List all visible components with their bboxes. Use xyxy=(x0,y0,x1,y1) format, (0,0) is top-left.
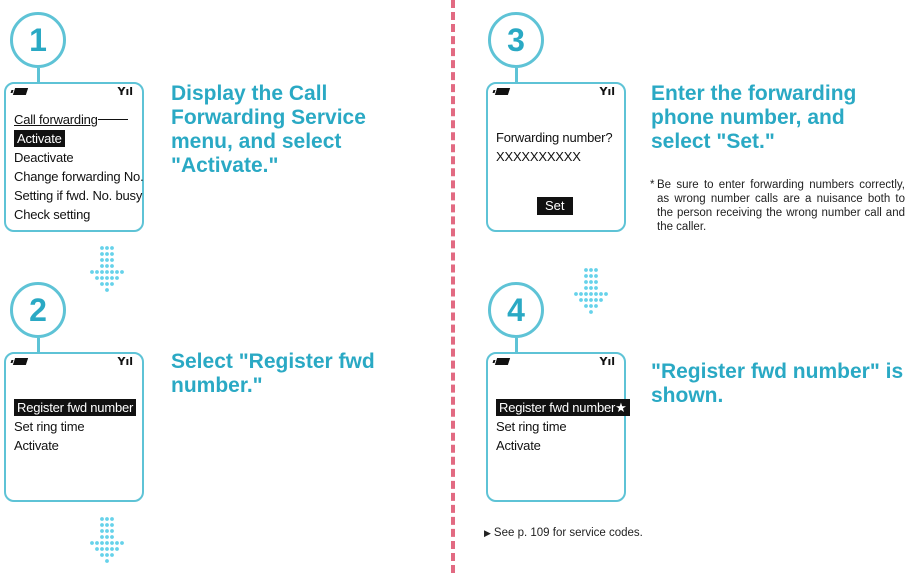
triangle-bullet-icon: ▶ xyxy=(484,528,491,538)
signal-icon: Yıl xyxy=(599,355,615,368)
battery-icon xyxy=(494,358,511,365)
service-code-reference: ▶ See p. 109 for service codes. xyxy=(484,527,643,539)
input-prompt: Forwarding number? xyxy=(496,130,613,145)
set-button[interactable]: Set xyxy=(537,197,573,215)
menu-item[interactable]: Setting if fwd. No. busy xyxy=(14,186,142,205)
screen-title: Call forwarding xyxy=(14,112,98,127)
menu-item[interactable]: Deactivate xyxy=(14,148,138,167)
step-3-connector xyxy=(515,68,518,82)
battery-icon xyxy=(494,88,511,95)
note-text: Be sure to enter forwarding numbers corr… xyxy=(657,179,905,233)
step-3-phone-screen: Yıl Forwarding number? XXXXXXXXXX Set xyxy=(486,82,626,232)
step-3-heading: Enter the forwarding phone number, and s… xyxy=(651,82,857,153)
step-4-phone-screen: Yıl Register fwd number★ Set ring time A… xyxy=(486,352,630,502)
note-marker: * xyxy=(650,179,655,191)
signal-icon: Yıl xyxy=(599,85,615,98)
step-1-heading: Display the Call Forwarding Service menu… xyxy=(171,82,366,177)
step-3-note: * Be sure to enter forwarding numbers co… xyxy=(650,178,905,234)
step-4-connector xyxy=(515,338,518,352)
step-1-number: 1 xyxy=(10,12,66,68)
step-4-heading: "Register fwd number" is shown. xyxy=(651,360,904,407)
step-1-connector xyxy=(37,68,40,82)
reference-text: See p. 109 for service codes. xyxy=(493,527,643,539)
column-divider xyxy=(451,0,455,573)
step-2-connector xyxy=(37,338,40,352)
down-arrow-icon xyxy=(90,246,124,292)
menu-item[interactable]: Check setting xyxy=(14,205,138,224)
step-3-number: 3 xyxy=(488,12,544,68)
signal-icon: Yıl xyxy=(117,355,133,368)
down-arrow-icon xyxy=(90,517,124,563)
menu-item[interactable]: Change forwarding No. xyxy=(14,167,144,186)
step-2-heading: Select "Register fwd number." xyxy=(171,350,375,397)
signal-icon: Yıl xyxy=(117,85,133,98)
forwarding-number-field[interactable]: XXXXXXXXXX xyxy=(496,147,620,166)
step-1-phone-screen: Yıl Call forwarding Activate Deactivate … xyxy=(4,82,144,232)
step-2-phone-screen: Yıl Register fwd number Set ring time Ac… xyxy=(4,352,144,502)
step-4-number: 4 xyxy=(488,282,544,338)
menu-item-selected[interactable]: Register fwd number xyxy=(14,399,137,416)
step-2-number: 2 xyxy=(10,282,66,338)
menu-item[interactable]: Activate xyxy=(496,436,620,455)
menu-item[interactable]: Activate xyxy=(14,436,138,455)
down-arrow-icon xyxy=(574,268,608,314)
menu-item-selected[interactable]: Activate xyxy=(14,130,65,147)
battery-icon xyxy=(12,358,29,365)
menu-item[interactable]: Set ring time xyxy=(14,417,138,436)
battery-icon xyxy=(12,88,29,95)
menu-item-selected[interactable]: Register fwd number★ xyxy=(496,399,630,416)
menu-item[interactable]: Set ring time xyxy=(496,417,620,436)
